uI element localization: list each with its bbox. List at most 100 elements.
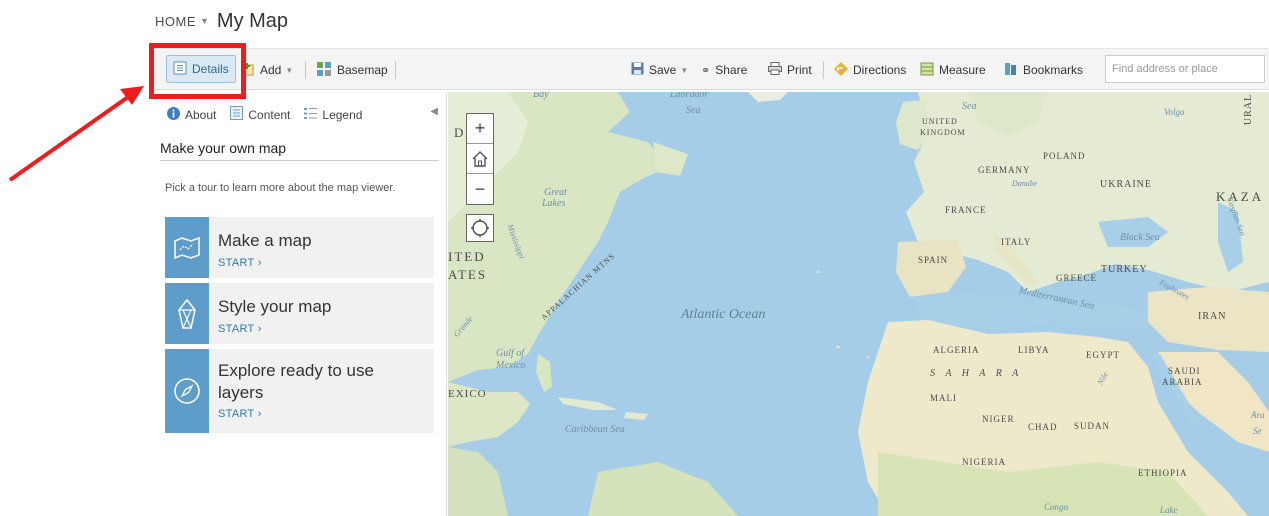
directions-label: Directions: [853, 63, 907, 77]
print-icon: [768, 62, 782, 78]
zoom-out-button[interactable]: −: [467, 174, 493, 204]
measure-button[interactable]: Measure: [920, 59, 986, 81]
tab-legend[interactable]: Legend: [304, 106, 362, 123]
add-button[interactable]: Add ▼: [241, 59, 293, 81]
map-label: ITED: [448, 249, 486, 264]
map-label: Black Sea: [1120, 232, 1160, 243]
map-label: KAZA: [1216, 189, 1265, 204]
bookmark-icon: [1004, 62, 1018, 79]
map-label: FRANCE: [945, 205, 987, 215]
directions-icon: [834, 61, 848, 79]
map-label: SUDAN: [1074, 421, 1111, 431]
bookmarks-button[interactable]: Bookmarks: [1004, 59, 1083, 81]
content-icon: [230, 106, 244, 123]
map-label: ALGERIA: [933, 345, 980, 355]
toolbar: Details Add ▼ Basemap Save ▼ ⚭ Share Pri…: [155, 48, 1269, 90]
map-header: HOME ▼ My Map: [155, 8, 288, 34]
zoom-in-button[interactable]: +: [467, 114, 493, 144]
map-label: Bay: [533, 92, 549, 100]
map-label: NIGERIA: [962, 457, 1006, 467]
tab-content-label: Content: [248, 107, 291, 122]
zoom-controls: + −: [466, 113, 494, 205]
tour-card-make-map[interactable]: Make a map START ›: [165, 217, 434, 278]
print-button[interactable]: Print: [768, 59, 812, 81]
tab-content[interactable]: Content: [230, 106, 290, 123]
tab-about[interactable]: About: [167, 106, 216, 123]
bookmarks-label: Bookmarks: [1023, 63, 1084, 77]
details-panel: About Content Legend ◀ Make your own map…: [155, 92, 447, 516]
map-view[interactable]: Bay Labrador Sea Great Lakes APPALACHIAN…: [448, 92, 1269, 516]
map-label: TURKEY: [1101, 264, 1148, 275]
map-background: [448, 92, 1269, 516]
map-label: SPAIN: [918, 255, 949, 265]
map-label: Great: [544, 187, 567, 198]
map-label: NIGER: [982, 414, 1015, 424]
map-label: D: [454, 125, 465, 140]
save-label: Save: [649, 63, 677, 77]
map-label: GREECE: [1056, 273, 1097, 283]
map-label: URAL: [1243, 93, 1255, 126]
map-label: Se: [1253, 426, 1262, 436]
map-label: SAUDI: [1168, 366, 1201, 376]
toolbar-divider: [823, 61, 824, 79]
map-label: Atlantic Ocean: [681, 307, 766, 322]
print-label: Print: [787, 63, 812, 77]
map-label: CHAD: [1028, 422, 1058, 432]
map-label: UNITED: [922, 117, 958, 126]
map-label: Sea: [686, 105, 701, 116]
measure-icon: [920, 62, 934, 79]
home-link[interactable]: HOME: [155, 14, 196, 29]
tour-start-link[interactable]: START ›: [218, 408, 262, 420]
tour-title-line2: layers: [218, 383, 264, 402]
save-button[interactable]: Save ▼: [631, 59, 688, 81]
map-label: Caribbean Sea: [565, 424, 625, 435]
tour-start-link[interactable]: START ›: [218, 257, 262, 269]
highlight-box: [149, 43, 246, 99]
save-icon: [631, 62, 644, 78]
map-icon: [165, 217, 209, 278]
map-label: Sea: [962, 101, 977, 112]
legend-icon: [304, 107, 318, 123]
share-button[interactable]: ⚭ Share: [701, 59, 747, 81]
home-extent-button[interactable]: [467, 144, 493, 174]
map-label: MALI: [930, 393, 957, 403]
map-label: Mexico: [496, 360, 526, 371]
style-icon: [165, 283, 209, 344]
tab-legend-label: Legend: [322, 107, 363, 122]
tab-about-label: About: [185, 107, 217, 122]
map-label: UKRAINE: [1100, 179, 1152, 190]
measure-label: Measure: [939, 63, 986, 77]
panel-title: Make your own map: [160, 140, 287, 156]
map-label: S A H A R A: [930, 368, 1023, 379]
share-label: Share: [715, 63, 748, 77]
panel-tabs: About Content Legend: [167, 106, 376, 123]
tour-start-link[interactable]: START ›: [218, 323, 262, 335]
tour-card-style-map[interactable]: Style your map START ›: [165, 283, 434, 344]
map-label: LIBYA: [1018, 345, 1050, 355]
map-label: EXICO: [448, 388, 487, 400]
share-link-icon: ⚭: [701, 64, 711, 77]
collapse-panel-icon[interactable]: ◀: [430, 106, 438, 117]
toolbar-divider: [395, 61, 396, 79]
add-label: Add: [260, 63, 282, 77]
map-label: Congo: [1044, 502, 1069, 512]
compass-icon: [165, 349, 209, 433]
chevron-down-icon: ▼: [680, 65, 689, 75]
tour-title: Make a map: [218, 231, 312, 250]
map-label: GERMANY: [978, 165, 1031, 175]
home-icon: [472, 150, 488, 167]
directions-button[interactable]: Directions: [834, 59, 906, 81]
chevron-down-icon: ▼: [285, 65, 294, 75]
map-label: ATES: [448, 267, 488, 282]
tour-card-explore-layers[interactable]: Explore ready to use layers START ›: [165, 349, 434, 433]
map-label: ITALY: [1001, 237, 1032, 247]
map-label: KINGDOM: [920, 128, 966, 137]
basemap-button[interactable]: Basemap: [316, 59, 388, 81]
locate-button[interactable]: [466, 214, 494, 242]
map-label: EGYPT: [1086, 350, 1120, 360]
toolbar-divider: [305, 61, 306, 79]
tour-title: Style your map: [218, 297, 332, 316]
search-input[interactable]: [1105, 55, 1265, 83]
map-label: POLAND: [1043, 151, 1086, 161]
chevron-down-icon[interactable]: ▼: [200, 16, 209, 26]
